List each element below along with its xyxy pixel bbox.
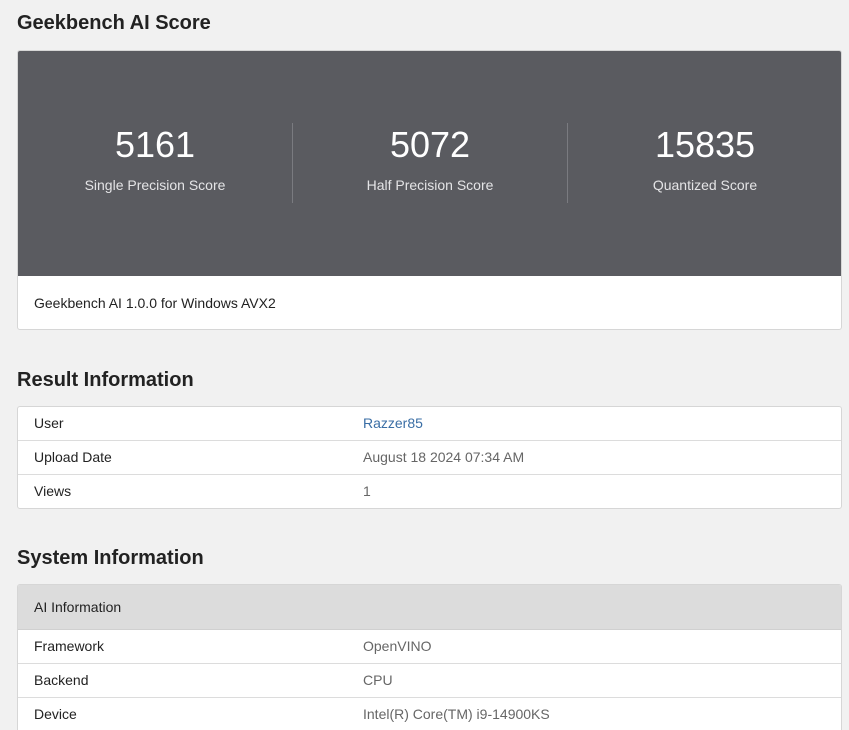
score-card: 5161 Single Precision Score 5072 Half Pr… <box>17 50 842 330</box>
row-value: Intel(R) Core(TM) i9-14900KS <box>363 706 550 722</box>
score-label: Half Precision Score <box>366 177 494 193</box>
system-information-table: AI Information Framework OpenVINO Backen… <box>17 584 842 730</box>
row-value: OpenVINO <box>363 638 432 654</box>
row-key: Device <box>34 706 77 722</box>
row-key: Views <box>34 483 72 499</box>
table-header: AI Information <box>18 585 841 630</box>
row-key: Framework <box>34 638 105 654</box>
table-row: Views 1 <box>18 474 841 508</box>
quantized-score: 15835 Quantized Score <box>568 51 841 276</box>
table-header-label: AI Information <box>34 599 122 615</box>
row-key: User <box>34 415 64 431</box>
score-label: Quantized Score <box>652 177 758 193</box>
table-row: Upload Date August 18 2024 07:34 AM <box>18 440 841 474</box>
table-row: User Razzer85 <box>18 407 841 440</box>
half-precision-score: 5072 Half Precision Score <box>293 51 567 276</box>
score-value: 5161 <box>114 124 196 165</box>
row-value: August 18 2024 07:34 AM <box>363 449 525 465</box>
single-precision-score: 5161 Single Precision Score <box>18 51 292 276</box>
result-information-table: User Razzer85 Upload Date August 18 2024… <box>17 406 842 509</box>
table-row: Device Intel(R) Core(TM) i9-14900KS <box>18 697 841 730</box>
row-value: CPU <box>363 672 393 688</box>
score-section-title: Geekbench AI Score <box>17 12 211 34</box>
system-section-title: System Information <box>17 547 204 569</box>
score-value: 15835 <box>654 124 756 165</box>
score-panel: 5161 Single Precision Score 5072 Half Pr… <box>18 51 841 276</box>
user-link[interactable]: Razzer85 <box>363 415 423 431</box>
score-label: Single Precision Score <box>84 177 226 193</box>
table-row: Framework OpenVINO <box>18 630 841 663</box>
score-value: 5072 <box>389 124 471 165</box>
table-row: Backend CPU <box>18 663 841 697</box>
row-key: Backend <box>34 672 89 688</box>
result-section-title: Result Information <box>17 369 194 391</box>
benchmark-version: Geekbench AI 1.0.0 for Windows AVX2 <box>34 295 276 311</box>
row-value: 1 <box>363 483 371 499</box>
row-key: Upload Date <box>34 449 112 465</box>
page: Geekbench AI Score 5161 Single Precision… <box>0 0 849 730</box>
